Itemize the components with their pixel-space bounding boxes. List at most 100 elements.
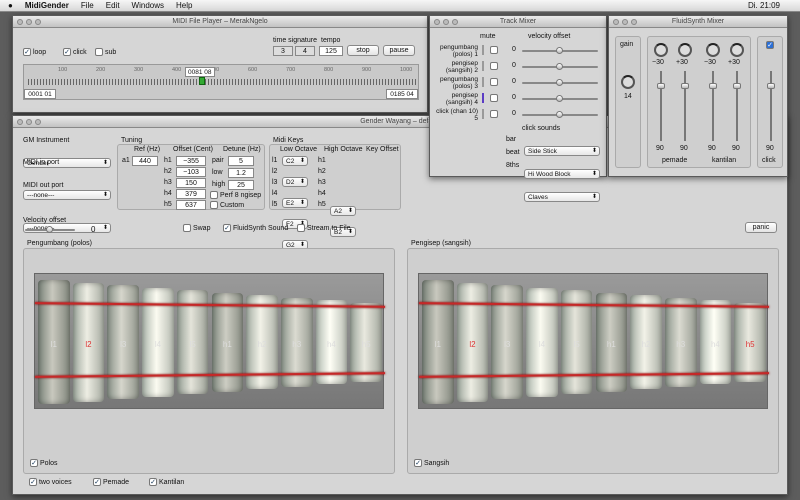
zoom-icon[interactable] (35, 19, 41, 25)
velocity-slider-knob[interactable] (46, 226, 53, 233)
kantilan-check-icon[interactable] (149, 478, 157, 486)
gender-key[interactable]: h5 (734, 302, 766, 382)
gender-key[interactable]: l1 (422, 280, 454, 404)
menu-file[interactable]: File (81, 1, 94, 10)
playhead-handle[interactable] (198, 77, 205, 85)
timeline[interactable]: 1002003004005006007008009001000 0001 01 … (23, 64, 419, 100)
stream-to-file-checkbox[interactable]: Stream to File (297, 224, 351, 232)
gender-key[interactable]: h4 (699, 300, 732, 384)
close-icon[interactable] (613, 19, 619, 25)
click-checkbox[interactable]: click (63, 48, 87, 56)
mixer-titlebar[interactable]: Track Mixer (430, 16, 606, 28)
close-icon[interactable] (434, 19, 440, 25)
fader-2-track[interactable] (684, 71, 686, 141)
pair-input[interactable]: 5 (228, 156, 254, 166)
track-velocity-knob[interactable] (556, 95, 563, 102)
fader-2-knob[interactable] (681, 83, 689, 89)
ref-input[interactable]: 440 (132, 156, 158, 166)
offset-input[interactable]: 379 (176, 189, 206, 199)
high-key-select[interactable]: A2 (330, 206, 356, 216)
click-check-icon[interactable] (63, 48, 71, 56)
pan-dial-4-icon[interactable] (730, 43, 744, 57)
sub-checkbox[interactable]: sub (95, 48, 116, 56)
fader-3-knob[interactable] (709, 83, 717, 89)
offset-input[interactable]: 637 (176, 200, 206, 210)
minimize-icon[interactable] (443, 19, 449, 25)
track-velocity-knob[interactable] (556, 63, 563, 70)
gender-key[interactable]: h5 (350, 302, 382, 382)
loop-checkbox[interactable]: loop (23, 48, 46, 56)
high-input[interactable]: 25 (228, 180, 254, 190)
low-key-select[interactable]: D2 (282, 177, 308, 187)
track-velocity-knob[interactable] (556, 111, 563, 118)
track-velocity-knob[interactable] (556, 79, 563, 86)
track-mute-checkbox[interactable] (490, 78, 498, 86)
swap-check-icon[interactable] (183, 224, 191, 232)
perf-check-icon[interactable] (210, 191, 218, 199)
beat-sound-select[interactable]: Hi Wood Block (524, 169, 600, 179)
midi-out-select[interactable]: ---none--- (23, 223, 111, 233)
pan-dial-1-icon[interactable] (654, 43, 668, 57)
fluidsynth-check-icon[interactable] (223, 224, 231, 232)
fader-1-knob[interactable] (657, 83, 665, 89)
minimize-icon[interactable] (26, 19, 32, 25)
track-mute-checkbox[interactable] (490, 94, 498, 102)
low-key-select[interactable]: C2 (282, 156, 308, 166)
gender-key[interactable]: h1 (211, 292, 244, 392)
eighths-sound-select[interactable]: Claves (524, 192, 600, 202)
low-key-select[interactable]: E2 (282, 198, 308, 208)
gender-key[interactable]: h1 (595, 292, 628, 392)
gender-key[interactable]: l2 (456, 282, 489, 402)
track-mute-checkbox[interactable] (490, 46, 498, 54)
apple-icon[interactable]: ● (8, 1, 13, 10)
track-velocity-knob[interactable] (556, 47, 563, 54)
app-menu[interactable]: MidiGender (25, 1, 69, 10)
offset-input[interactable]: 150 (176, 178, 206, 188)
menu-edit[interactable]: Edit (106, 1, 120, 10)
fader-4-knob[interactable] (733, 83, 741, 89)
two-voices-check-icon[interactable] (29, 478, 37, 486)
close-icon[interactable] (17, 19, 23, 25)
menu-help[interactable]: Help (176, 1, 192, 10)
loop-check-icon[interactable] (23, 48, 31, 56)
menu-windows[interactable]: Windows (132, 1, 164, 10)
two-voices-checkbox[interactable]: two voices (29, 478, 72, 486)
pan-dial-2-icon[interactable] (678, 43, 692, 57)
zoom-icon[interactable] (35, 119, 41, 125)
track-mute-checkbox[interactable] (490, 62, 498, 70)
perf-ngisep-checkbox[interactable]: Perf 8 ngisep (210, 191, 261, 199)
timeline-track[interactable] (28, 79, 416, 85)
stop-button[interactable]: stop (347, 45, 379, 56)
fader-3-track[interactable] (712, 71, 714, 141)
low-input[interactable]: 1.2 (228, 168, 254, 178)
fader-4-track[interactable] (736, 71, 738, 141)
custom-check-icon[interactable] (210, 201, 218, 209)
minimize-icon[interactable] (26, 119, 32, 125)
click-fader-track[interactable] (770, 71, 772, 141)
custom-checkbox[interactable]: Custom (210, 201, 244, 209)
pan-dial-3-icon[interactable] (706, 43, 720, 57)
ts-denominator[interactable]: 4 (295, 46, 315, 56)
pemade-checkbox[interactable]: Pemade (93, 478, 129, 486)
player-titlebar[interactable]: MIDI File Player – MerakNgelo (13, 16, 427, 28)
kantilan-checkbox[interactable]: Kantilan (149, 478, 184, 486)
swap-checkbox[interactable]: Swap (183, 224, 210, 232)
click-enable-checkbox[interactable] (766, 41, 774, 49)
fluidsynth-sound-checkbox[interactable]: FluidSynth Sound (223, 224, 288, 232)
polos-checkbox[interactable]: Polos (30, 459, 57, 467)
sub-check-icon[interactable] (95, 48, 103, 56)
gain-dial-icon[interactable] (621, 75, 635, 89)
ts-numerator[interactable]: 3 (273, 46, 293, 56)
tempo-input[interactable]: 125 (319, 46, 343, 56)
fluid-titlebar[interactable]: FluidSynth Mixer (609, 16, 787, 28)
stream-check-icon[interactable] (297, 224, 305, 232)
polos-check-icon[interactable] (30, 459, 38, 467)
offset-input[interactable]: −355 (176, 156, 206, 166)
pemade-check-icon[interactable] (93, 478, 101, 486)
close-icon[interactable] (17, 119, 23, 125)
gender-key[interactable]: h4 (315, 300, 348, 384)
fader-1-track[interactable] (660, 71, 662, 141)
zoom-icon[interactable] (452, 19, 458, 25)
gender-key[interactable]: l2 (72, 282, 105, 402)
gender-key[interactable]: l1 (38, 280, 70, 404)
